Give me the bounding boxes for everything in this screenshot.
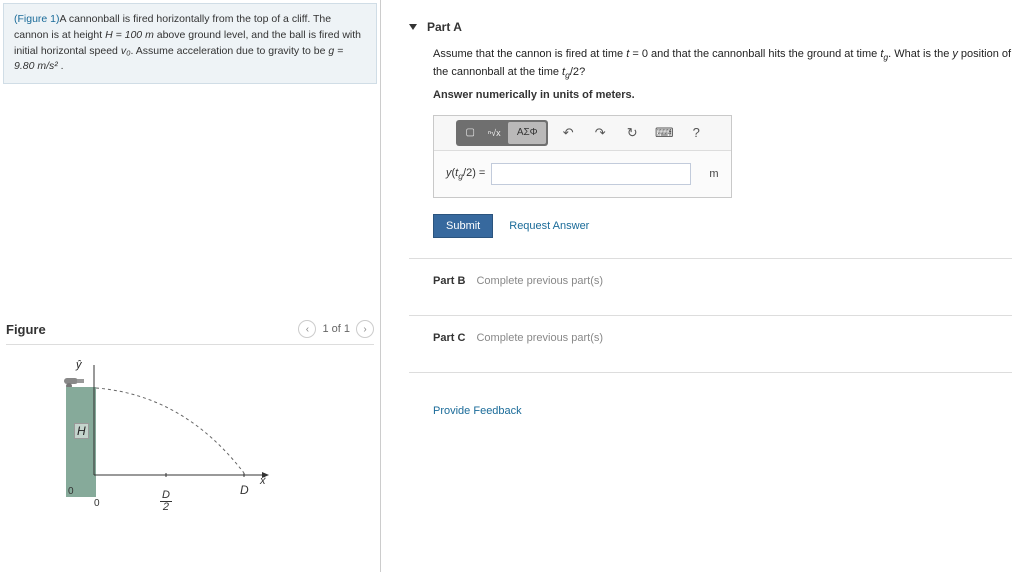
part-divider xyxy=(409,372,1012,373)
keyboard-button[interactable]: ⌨ xyxy=(652,122,676,144)
x-hat-label: x̂ xyxy=(260,475,266,487)
figure-prev-button[interactable]: ‹ xyxy=(298,320,316,338)
vertical-divider xyxy=(380,0,381,572)
submit-button[interactable]: Submit xyxy=(433,214,493,238)
H-expression: H = 100 m xyxy=(105,29,154,41)
part-c-row: Part C Complete previous part(s) xyxy=(433,326,1012,352)
part-b-row: Part B Complete previous part(s) xyxy=(433,269,1012,295)
answer-units: m xyxy=(691,168,718,180)
problem-statement: (Figure 1)A cannonball is fired horizont… xyxy=(3,3,377,84)
cliff-rect xyxy=(66,387,96,497)
figure-next-button[interactable]: › xyxy=(356,320,374,338)
part-divider xyxy=(409,315,1012,316)
part-divider xyxy=(409,258,1012,259)
D-label: D xyxy=(240,483,249,497)
trajectory-curve xyxy=(94,385,264,475)
answer-instruction: Answer numerically in units of meters. xyxy=(433,89,1012,101)
equation-toolbar: ▢ ⁿ√x ΑΣΦ ↶ ↷ ↻ ⌨ ? xyxy=(434,116,731,151)
request-answer-link[interactable]: Request Answer xyxy=(509,220,589,232)
sqrt-button[interactable]: ⁿ√x xyxy=(482,122,506,144)
greek-button[interactable]: ΑΣΦ xyxy=(508,122,546,144)
figure-title: Figure xyxy=(6,322,46,337)
zero-x-label: 0 xyxy=(94,498,100,509)
reset-button[interactable]: ↻ xyxy=(620,122,644,144)
problem-text-3: . Assume acceleration due to gravity to … xyxy=(131,45,329,57)
collapse-caret-icon[interactable] xyxy=(409,24,417,30)
part-b-title: Part B xyxy=(433,275,465,287)
v0: v₀ xyxy=(121,45,131,57)
part-b-msg: Complete previous part(s) xyxy=(476,275,603,287)
part-c-title: Part C xyxy=(433,332,465,344)
templates-button[interactable]: ▢ xyxy=(458,122,482,144)
undo-button[interactable]: ↶ xyxy=(556,122,580,144)
H-label: H xyxy=(74,423,89,439)
answer-box: ▢ ⁿ√x ΑΣΦ ↶ ↷ ↻ ⌨ ? y(tg/2) = m xyxy=(433,115,732,198)
zero-y-label: 0 xyxy=(68,486,74,497)
redo-button[interactable]: ↷ xyxy=(588,122,612,144)
answer-lhs: y(tg/2) = xyxy=(446,167,491,181)
part-a-title: Part A xyxy=(427,20,462,34)
figure-counter: 1 of 1 xyxy=(322,323,350,335)
provide-feedback-link[interactable]: Provide Feedback xyxy=(433,405,522,417)
help-button[interactable]: ? xyxy=(684,122,708,144)
problem-text-4: . xyxy=(58,60,64,72)
figure-link[interactable]: (Figure 1) xyxy=(14,13,60,25)
figure-canvas: ŷ H 0 0 D2 D xyxy=(6,345,374,515)
answer-input[interactable] xyxy=(491,163,691,185)
figure-panel: Figure ‹ 1 of 1 › ŷ xyxy=(0,314,380,515)
D-over-2-label: D2 xyxy=(160,490,172,513)
y-hat-label: ŷ xyxy=(76,359,82,371)
part-c-msg: Complete previous part(s) xyxy=(476,332,603,344)
part-a-prompt: Assume that the cannon is fired at time … xyxy=(433,46,1012,83)
